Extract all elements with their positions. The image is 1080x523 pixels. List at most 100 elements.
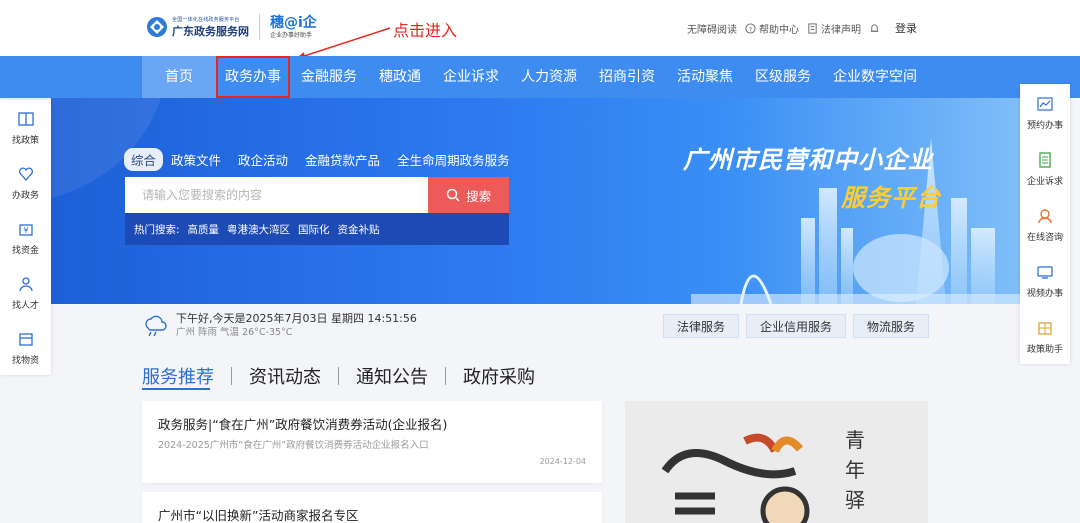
headset-icon xyxy=(1038,208,1052,223)
tab-procurement[interactable]: 政府采购 xyxy=(463,363,535,389)
service-card[interactable]: 政务服务|“食在广州”政府餐饮消费券活动(企业报名) 2024-2025广州市“… xyxy=(142,401,602,483)
main-nav: 首页 政务办事 金融服务 穗政通 企业诉求 人力资源 招商引资 活动聚焦 区级服… xyxy=(0,56,1080,98)
login-link[interactable]: 登录 xyxy=(895,20,917,36)
credit-service-button[interactable]: 企业信用服务 xyxy=(746,314,847,338)
card-title: 政务服务|“食在广州”政府餐饮消费券活动(企业报名) xyxy=(158,417,448,432)
search-tab-activities[interactable]: 政企活动 xyxy=(238,150,288,169)
search-tab-all[interactable]: 综合 xyxy=(124,148,164,171)
promo-text: 青年驿 xyxy=(845,428,865,512)
sidebar-item-label: 找物资 xyxy=(11,355,39,366)
sidebar-item-label: 找政策 xyxy=(11,135,39,146)
active-tab-underline xyxy=(142,388,210,390)
sidebar-item-video[interactable]: 视频办事 xyxy=(1020,253,1070,308)
tab-service-recommend[interactable]: 服务推荐 xyxy=(142,363,214,389)
sidebar-item-label: 办政务 xyxy=(11,190,39,201)
nav-suizhengtong[interactable]: 穗政通 xyxy=(368,56,432,98)
help-link[interactable]: ? 帮助中心 xyxy=(745,21,799,36)
sidebar-item-label: 政策助手 xyxy=(1026,344,1063,355)
promo-image[interactable]: 青年驿 xyxy=(625,401,928,523)
sidebar-item-label: 找资金 xyxy=(11,245,39,256)
sidebar-item-appointment[interactable]: 预约办事 xyxy=(1020,85,1070,140)
logistics-service-button[interactable]: 物流服务 xyxy=(853,314,930,338)
sidebar-item-consult[interactable]: 在线咨询 xyxy=(1020,197,1070,252)
bell-button[interactable] xyxy=(869,23,883,34)
nav-appeals[interactable]: 企业诉求 xyxy=(432,56,510,98)
sidebar-item-talent[interactable]: 找人才 xyxy=(0,265,51,320)
hot-keyword[interactable]: 国际化 xyxy=(298,222,330,237)
hero-banner: 综合 政策文件 政企活动 金融贷款产品 全生命周期政务服务 搜索 热门搜索: 高… xyxy=(51,98,1020,304)
sidebar-item-enterprise-appeals[interactable]: 企业诉求 xyxy=(1020,141,1070,196)
promo-graphic xyxy=(661,433,810,523)
svg-text:?: ? xyxy=(749,25,752,33)
annotation-label: 点击进入 xyxy=(393,21,458,40)
sidebar-item-funds[interactable]: ¥ 找资金 xyxy=(0,210,51,265)
service-card[interactable]: 广州市“以旧换新”活动商家报名专区 xyxy=(142,492,602,523)
sidebar-item-label: 预约办事 xyxy=(1026,120,1063,131)
nav-hr[interactable]: 人力资源 xyxy=(510,56,588,98)
tab-news[interactable]: 资讯动态 xyxy=(249,363,321,389)
sidebar-item-label: 找人才 xyxy=(11,300,39,311)
nav-events[interactable]: 活动聚焦 xyxy=(666,56,744,98)
logo-divider xyxy=(259,14,260,40)
sidebar-item-label: 视频办事 xyxy=(1026,288,1063,299)
help-label: 帮助中心 xyxy=(759,24,799,36)
search-icon xyxy=(446,188,460,202)
video-icon xyxy=(1037,265,1053,279)
money-icon: ¥ xyxy=(18,223,33,236)
search-tab-loans[interactable]: 金融贷款产品 xyxy=(305,150,380,169)
rain-cloud-icon xyxy=(145,315,167,337)
nav-home[interactable]: 首页 xyxy=(142,56,216,98)
left-sidebar: 找政策 办政务 ¥ 找资金 找人才 找物资 xyxy=(0,100,51,375)
search-tabs: 综合 政策文件 政企活动 金融贷款产品 全生命周期政务服务 xyxy=(124,148,527,171)
puzzle-icon xyxy=(1038,321,1052,335)
help-icon: ? xyxy=(745,22,756,34)
top-bar: 全国一体化在线政务服务平台 广东政务服务网 穗@i企 企业办事好助手 点击进入 … xyxy=(0,0,1080,60)
nav-digital-space[interactable]: 企业数字空间 xyxy=(822,56,928,98)
hot-keyword[interactable]: 粤港澳大湾区 xyxy=(227,222,290,237)
sidebar-item-policy-assistant[interactable]: 政策助手 xyxy=(1020,309,1070,364)
clipboard-icon xyxy=(1039,151,1051,168)
legal-link[interactable]: 法律声明 xyxy=(807,21,861,36)
search-button-label: 搜索 xyxy=(466,188,492,204)
search-button[interactable]: 搜索 xyxy=(428,177,509,213)
legal-service-button[interactable]: 法律服务 xyxy=(663,314,740,338)
search-tab-lifecycle[interactable]: 全生命周期政务服务 xyxy=(397,150,510,169)
logo-small-text: 全国一体化在线政务服务平台 xyxy=(172,16,240,23)
heart-hand-icon xyxy=(18,167,33,181)
person-icon xyxy=(18,276,33,291)
document-icon xyxy=(808,22,817,34)
hot-keyword[interactable]: 资金补贴 xyxy=(338,222,380,237)
search-tab-policy[interactable]: 政策文件 xyxy=(171,150,221,169)
tab-divider xyxy=(231,367,232,385)
search-box: 搜索 xyxy=(125,177,509,213)
sidebar-item-label: 在线咨询 xyxy=(1026,232,1063,243)
chart-icon xyxy=(1037,96,1053,111)
accessibility-label: 无障碍阅读 xyxy=(687,24,737,36)
sidebar-item-materials[interactable]: 找物资 xyxy=(0,320,51,375)
right-sidebar: 预约办事 企业诉求 在线咨询 视频办事 政策助手 xyxy=(1020,84,1070,364)
nav-district[interactable]: 区级服务 xyxy=(744,56,822,98)
bell-icon xyxy=(870,23,879,32)
greeting-datetime: 下午好,今天是2025年7月03日 星期四 14:51:56 xyxy=(176,312,417,325)
search-input[interactable] xyxy=(125,177,429,213)
weather-detail: 广州 阵雨 气温 26°C-35°C xyxy=(176,326,293,338)
content-tabs: 服务推荐 资讯动态 通知公告 政府采购 xyxy=(142,363,535,389)
hot-search-bar: 热门搜索: 高质量 粤港澳大湾区 国际化 资金补贴 xyxy=(125,213,509,245)
nav-government-affairs[interactable]: 政务办事 xyxy=(216,56,290,98)
page: 全国一体化在线政务服务平台 广东政务服务网 穗@i企 企业办事好助手 点击进入 … xyxy=(0,0,1080,523)
sidebar-item-find-policy[interactable]: 找政策 xyxy=(0,100,51,155)
banner-subtitle: 服务平台 xyxy=(841,184,941,212)
card-title: 广州市“以旧换新”活动商家报名专区 xyxy=(158,508,359,523)
banner-title: 广州市民营和中小企业 xyxy=(683,146,933,174)
nav-investment[interactable]: 招商引资 xyxy=(588,56,666,98)
box-icon xyxy=(18,332,33,346)
nav-finance[interactable]: 金融服务 xyxy=(290,56,368,98)
accessibility-link[interactable]: 无障碍阅读 xyxy=(687,21,737,36)
tab-divider xyxy=(338,367,339,385)
tab-notices[interactable]: 通知公告 xyxy=(356,363,428,389)
card-description: 2024-2025广州市“食在广州”政府餐饮消费券活动企业报名入口 xyxy=(158,440,429,451)
sidebar-item-affairs[interactable]: 办政务 xyxy=(0,155,51,210)
tab-divider xyxy=(445,367,446,385)
service-buttons: 法律服务 企业信用服务 物流服务 xyxy=(663,314,936,338)
hot-keyword[interactable]: 高质量 xyxy=(188,222,220,237)
